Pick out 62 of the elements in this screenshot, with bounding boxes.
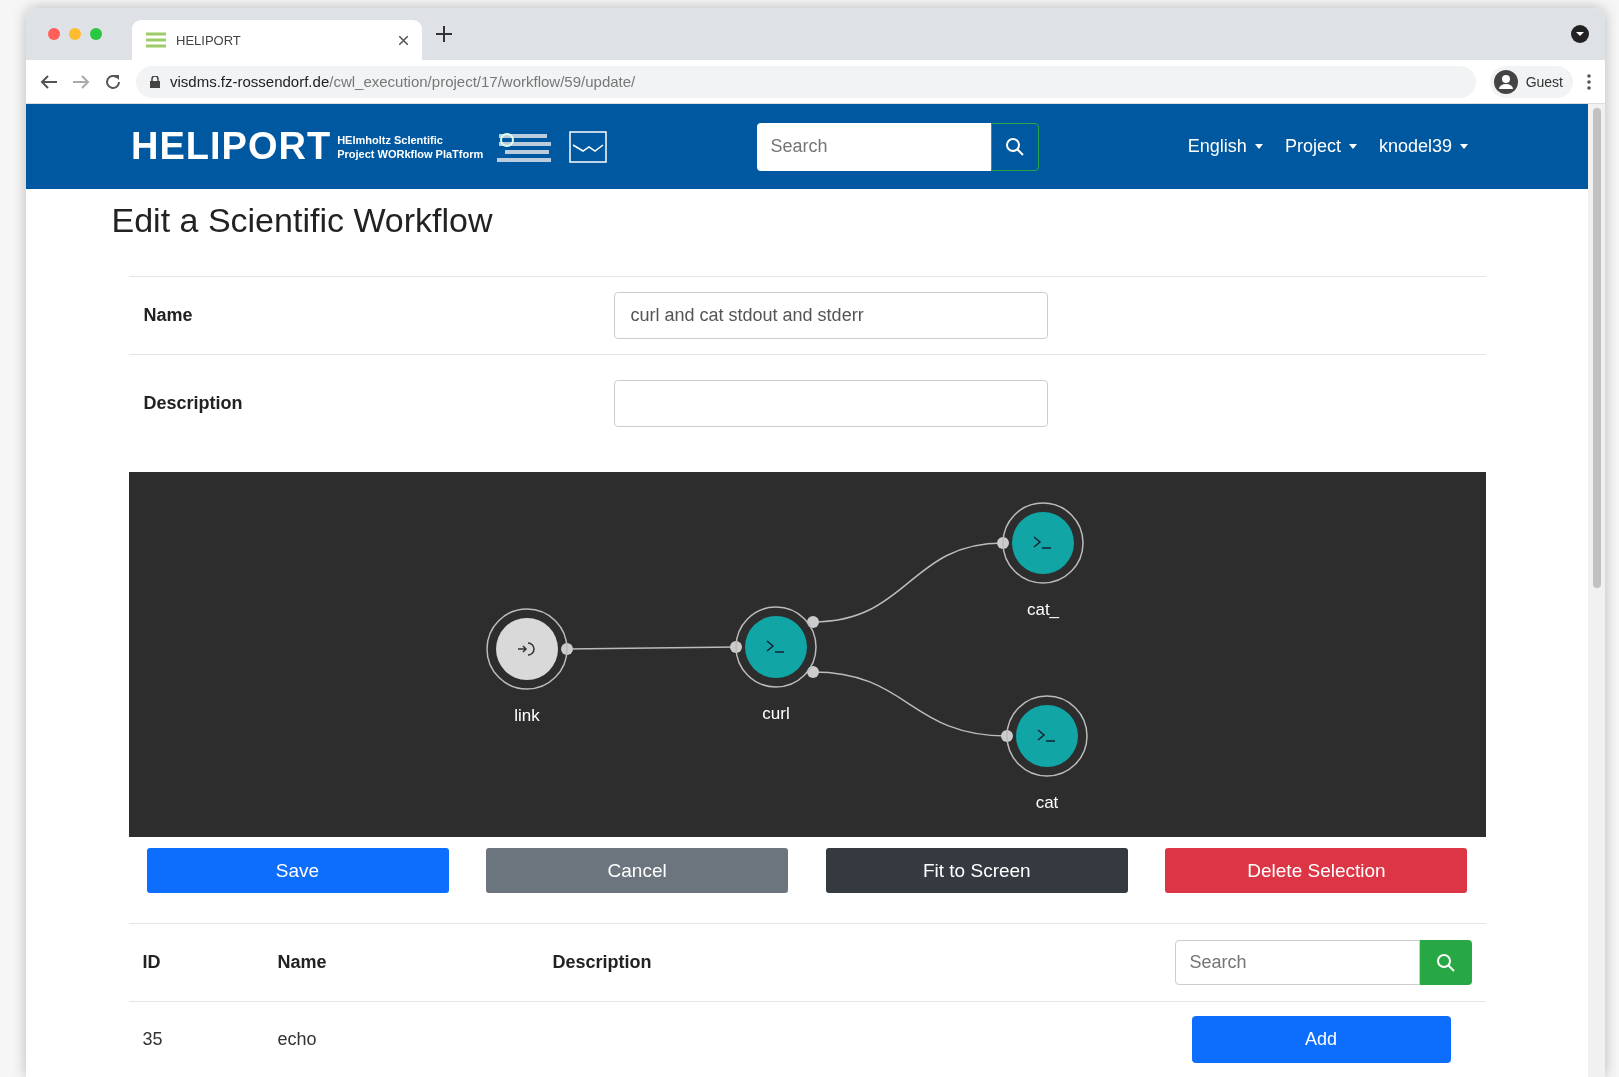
workflow-node[interactable] <box>1001 502 1084 584</box>
column-header: Name <box>277 952 328 973</box>
node-label: link <box>513 706 540 725</box>
name-field[interactable]: curl and cat stdout and stderr <box>613 292 1048 339</box>
port-handle[interactable] <box>806 616 819 628</box>
page-title: Edit a Scientific Workflow <box>111 201 494 240</box>
nav-menu[interactable]: Project <box>1284 136 1357 157</box>
search-button[interactable] <box>990 122 1039 171</box>
user-icon <box>1493 69 1518 94</box>
workflow-node[interactable] <box>1005 695 1088 777</box>
nav-menu[interactable]: knodel39 <box>1378 136 1468 157</box>
workflow-canvas[interactable]: link curl cat_ cat <box>128 472 1486 837</box>
column-header: Description <box>552 952 653 973</box>
action-button[interactable]: Cancel <box>486 848 789 893</box>
port-handle[interactable] <box>996 537 1009 549</box>
terminal-icon <box>1036 729 1056 742</box>
node-label: curl <box>761 704 790 723</box>
new-tab-icon[interactable] <box>436 26 452 42</box>
brand-logo[interactable]: HELIPORT <box>131 125 332 168</box>
browser-tab[interactable]: HELIPORT <box>132 20 422 60</box>
table-cell-text: echo <box>277 1029 318 1050</box>
caret-icon <box>1254 144 1263 149</box>
caret-icon <box>1460 144 1468 149</box>
back-icon[interactable] <box>40 73 58 90</box>
terminal-icon <box>765 640 785 653</box>
search-field[interactable]: Search <box>756 122 991 171</box>
url-text: visdms.fz-rossendorf.de/cwl_execution/project/17/workflow/59/update/ <box>170 73 636 90</box>
node-label: cat <box>1035 793 1058 812</box>
more-icon[interactable] <box>1587 73 1591 90</box>
brand-tagline: HElmholtz ScIentific Project WORkflow PlaTform <box>337 132 484 161</box>
port-handle[interactable] <box>560 643 573 655</box>
mail-icon[interactable] <box>569 130 608 163</box>
search-icon <box>1004 136 1025 157</box>
description-field[interactable] <box>613 380 1048 427</box>
workflow-node[interactable] <box>734 606 817 688</box>
tab-title: HELIPORT <box>176 32 242 48</box>
address-bar[interactable]: visdms.fz-rossendorf.de/cwl_execution/project/17/workflow/59/update/ <box>136 65 1476 98</box>
field-label: Description <box>143 393 244 414</box>
action-button[interactable]: Save <box>146 848 449 893</box>
terminal-icon <box>1032 536 1052 549</box>
caret-icon <box>1348 144 1357 149</box>
action-button[interactable]: Fit to Screen <box>825 848 1128 893</box>
input-icon <box>516 642 535 656</box>
column-header: ID <box>142 952 162 973</box>
port-handle[interactable] <box>1000 730 1013 742</box>
action-button[interactable]: Delete Selection <box>1165 848 1468 893</box>
nav-menu[interactable]: English <box>1187 136 1263 157</box>
dropdown-icon[interactable] <box>1571 25 1589 43</box>
search-icon <box>1435 952 1456 973</box>
field-label: Name <box>143 305 194 326</box>
table-cell-text: 35 <box>142 1029 164 1050</box>
profile-button[interactable]: Guest <box>1489 65 1573 98</box>
node-label: cat_ <box>1026 600 1059 619</box>
favicon-icon <box>146 32 166 48</box>
add-button[interactable]: Add <box>1191 1016 1451 1063</box>
port-handle[interactable] <box>729 641 742 653</box>
port-handle[interactable] <box>806 666 819 678</box>
table-search-field[interactable]: Search <box>1174 940 1420 985</box>
workflow-node[interactable] <box>485 608 568 690</box>
lock-icon <box>150 75 160 88</box>
reload-icon[interactable] <box>104 72 122 91</box>
close-icon[interactable] <box>399 35 408 45</box>
